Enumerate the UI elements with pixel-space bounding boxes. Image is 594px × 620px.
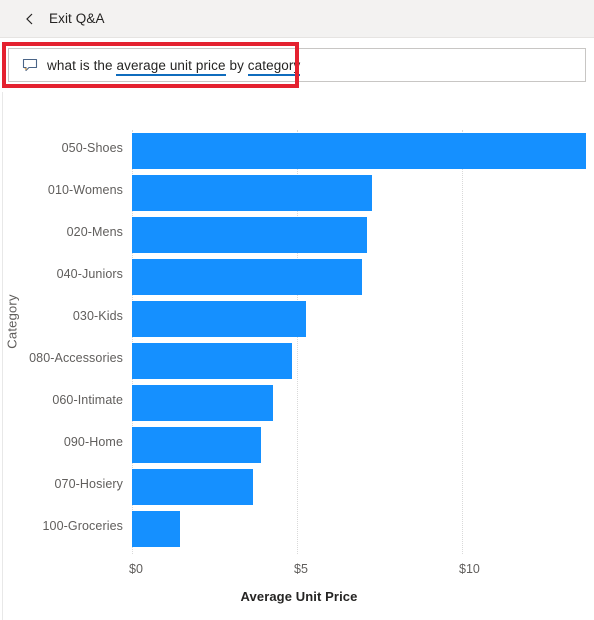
x-tick-label: $5	[294, 562, 308, 576]
category-label: 030-Kids	[72, 309, 123, 323]
bar[interactable]	[132, 217, 367, 253]
question-term-measure[interactable]: average unit price	[116, 57, 226, 76]
bar[interactable]	[132, 301, 306, 337]
qa-question-text[interactable]: what is the average unit price by catego…	[47, 57, 301, 76]
qa-question-input[interactable]: what is the average unit price by catego…	[8, 48, 586, 82]
report-canvas: Category Average Unit Price $0 $5 $10 050-S…	[2, 92, 594, 620]
bar-row[interactable]: 060-Intimate	[52, 382, 588, 424]
bar[interactable]	[132, 385, 273, 421]
question-prefix: what is the	[47, 57, 117, 73]
bar[interactable]	[132, 175, 372, 211]
category-label: 050-Shoes	[61, 141, 123, 155]
x-tick-label: $0	[129, 562, 143, 576]
y-axis-title: Category	[4, 294, 20, 349]
bar[interactable]	[132, 427, 262, 463]
question-term-dimension[interactable]: category	[247, 57, 301, 76]
bar-row[interactable]: 020-Mens	[67, 214, 588, 256]
x-tick-label: $10	[459, 562, 480, 576]
bar-row[interactable]: 030-Kids	[73, 298, 588, 340]
bar-chart[interactable]: Category Average Unit Price $0 $5 $10 050-S…	[3, 92, 594, 620]
bar-row[interactable]: 080-Accessories	[29, 340, 588, 382]
qa-header-bar: Exit Q&A	[0, 0, 594, 38]
bar[interactable]	[132, 511, 180, 547]
category-label: 090-Home	[63, 435, 123, 449]
bar-row[interactable]: 050-Shoes	[62, 130, 588, 172]
chat-bubble-icon	[22, 57, 38, 73]
plot-area: $0 $5 $10 050-Shoes 010-Womens 020-Mens 040-Ju…	[29, 130, 588, 576]
x-axis-title: Average Unit Price	[240, 589, 358, 604]
bar-row[interactable]: 090-Home	[64, 424, 588, 466]
category-label: 060-Intimate	[52, 393, 123, 407]
question-middle: by	[225, 57, 248, 73]
category-label: 010-Womens	[47, 183, 123, 197]
bar[interactable]	[132, 469, 254, 505]
category-label: 020-Mens	[66, 225, 123, 239]
bar[interactable]	[132, 259, 362, 295]
bar[interactable]	[132, 133, 587, 169]
chevron-left-icon[interactable]	[23, 12, 37, 26]
bar[interactable]	[132, 343, 293, 379]
category-label: 100-Groceries	[42, 519, 123, 533]
bar-row[interactable]: 070-Hosiery	[55, 466, 588, 508]
exit-qa-label[interactable]: Exit Q&A	[49, 11, 105, 26]
bar-row[interactable]: 010-Womens	[48, 172, 588, 214]
category-label: 040-Juniors	[56, 267, 123, 281]
category-label: 080-Accessories	[29, 351, 123, 365]
category-label: 070-Hosiery	[54, 477, 123, 491]
bar-row[interactable]: 100-Groceries	[43, 508, 588, 550]
bar-row[interactable]: 040-Juniors	[57, 256, 588, 298]
